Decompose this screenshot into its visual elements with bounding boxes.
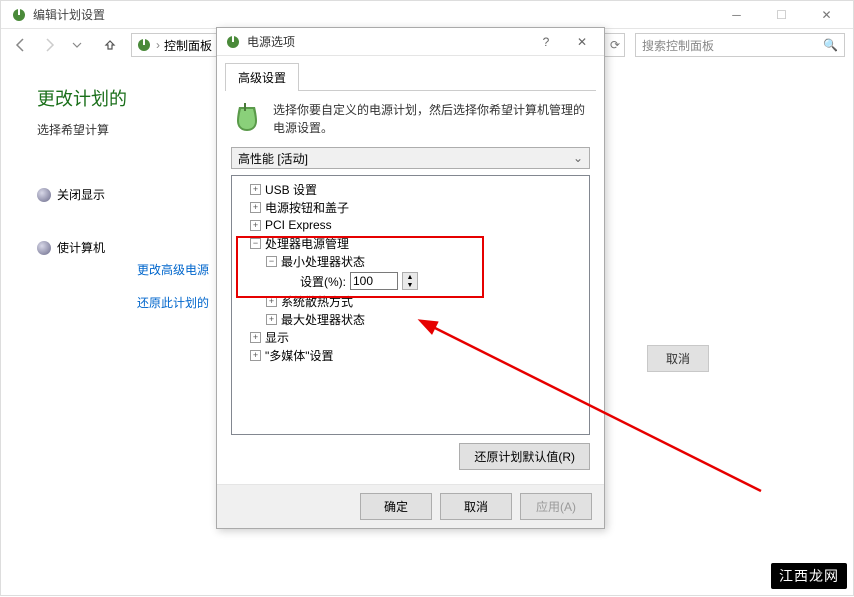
up-button[interactable]: [99, 34, 121, 56]
tab-strip: 高级设置: [225, 62, 596, 91]
setting-value-input[interactable]: [350, 272, 398, 290]
tree-item-min-state[interactable]: −最小处理器状态: [232, 252, 589, 270]
search-placeholder: 搜索控制面板: [642, 37, 714, 54]
main-window: 编辑计划设置 ─ ☐ ✕ › 控制面板 › ⌄ ⟳ 搜索控制面板 🔍 更改计划的…: [0, 0, 854, 596]
links-column: 更改高级电源 还原此计划的: [137, 261, 209, 311]
expand-icon[interactable]: +: [266, 296, 277, 307]
restore-plan-link[interactable]: 还原此计划的: [137, 294, 209, 311]
display-off-label: 关闭显示: [57, 186, 105, 203]
help-button[interactable]: ?: [532, 32, 560, 52]
window-controls: ─ ☐ ✕: [714, 1, 849, 28]
forward-button[interactable]: [37, 33, 61, 57]
power-options-dialog: 电源选项 ? ✕ 高级设置 选择你要自定义的电源计划，然后选择你希望计算机管理的…: [216, 27, 605, 529]
tab-advanced[interactable]: 高级设置: [225, 63, 299, 91]
tree-item-multimedia[interactable]: +"多媒体"设置: [232, 346, 589, 364]
expand-icon[interactable]: +: [250, 184, 261, 195]
breadcrumb-sep-icon: ›: [156, 38, 160, 52]
setting-value-row: 设置(%): ▲▼: [232, 272, 589, 290]
sleep-icon: [37, 241, 51, 255]
breadcrumb-item[interactable]: 控制面板: [164, 37, 212, 54]
bg-cancel-button[interactable]: 取消: [647, 345, 709, 372]
main-titlebar: 编辑计划设置 ─ ☐ ✕: [1, 1, 853, 29]
minimize-button[interactable]: ─: [714, 1, 759, 28]
dialog-description: 选择你要自定义的电源计划，然后选择你希望计算机管理的电源设置。: [273, 101, 590, 137]
close-button[interactable]: ✕: [804, 1, 849, 28]
cancel-button[interactable]: 取消: [440, 493, 512, 520]
window-title: 编辑计划设置: [33, 6, 714, 23]
spinner[interactable]: ▲▼: [402, 272, 418, 290]
selected-plan-label: 高性能 [活动]: [238, 150, 308, 167]
dialog-title: 电源选项: [247, 33, 532, 50]
collapse-icon[interactable]: −: [250, 238, 261, 249]
maximize-button[interactable]: ☐: [759, 1, 804, 28]
app-icon: [11, 7, 27, 23]
sleep-label: 使计算机: [57, 239, 105, 256]
expand-icon[interactable]: +: [250, 332, 261, 343]
search-icon: 🔍: [823, 38, 838, 52]
spin-up-icon[interactable]: ▲: [403, 273, 417, 281]
ok-button[interactable]: 确定: [360, 493, 432, 520]
dialog-titlebar: 电源选项 ? ✕: [217, 28, 604, 56]
dialog-body: 选择你要自定义的电源计划，然后选择你希望计算机管理的电源设置。 高性能 [活动]…: [217, 91, 604, 484]
setting-label: 设置(%):: [300, 273, 346, 290]
search-input[interactable]: 搜索控制面板 🔍: [635, 33, 845, 57]
power-plan-icon: [231, 101, 263, 133]
dialog-footer: 确定 取消 应用(A): [217, 484, 604, 528]
advanced-power-link[interactable]: 更改高级电源: [137, 261, 209, 278]
refresh-icon[interactable]: ⟳: [610, 38, 620, 52]
expand-icon[interactable]: +: [250, 202, 261, 213]
location-icon: [136, 37, 152, 53]
tree-item-cpu[interactable]: −处理器电源管理: [232, 234, 589, 252]
tree-item-usb[interactable]: +USB 设置: [232, 180, 589, 198]
watermark: 江西龙网: [771, 563, 847, 589]
tree-item-power-buttons[interactable]: +电源按钮和盖子: [232, 198, 589, 216]
expand-icon[interactable]: +: [266, 314, 277, 325]
tree-item-display[interactable]: +显示: [232, 328, 589, 346]
restore-defaults-button[interactable]: 还原计划默认值(R): [459, 443, 590, 470]
chevron-down-icon: ⌄: [573, 151, 583, 165]
apply-button[interactable]: 应用(A): [520, 493, 592, 520]
dialog-icon: [225, 34, 241, 50]
tree-item-cooling[interactable]: +系统散热方式: [232, 292, 589, 310]
tree-item-max-state[interactable]: +最大处理器状态: [232, 310, 589, 328]
tree-item-pci[interactable]: +PCI Express: [232, 216, 589, 234]
monitor-icon: [37, 188, 51, 202]
expand-icon[interactable]: +: [250, 350, 261, 361]
power-plan-select[interactable]: 高性能 [活动] ⌄: [231, 147, 590, 169]
spin-down-icon[interactable]: ▼: [403, 281, 417, 289]
expand-icon[interactable]: +: [250, 220, 261, 231]
settings-tree: +USB 设置 +电源按钮和盖子 +PCI Express −处理器电源管理 −…: [231, 175, 590, 435]
recent-dropdown[interactable]: [65, 33, 89, 57]
dialog-close-button[interactable]: ✕: [568, 32, 596, 52]
collapse-icon[interactable]: −: [266, 256, 277, 267]
back-button[interactable]: [9, 33, 33, 57]
